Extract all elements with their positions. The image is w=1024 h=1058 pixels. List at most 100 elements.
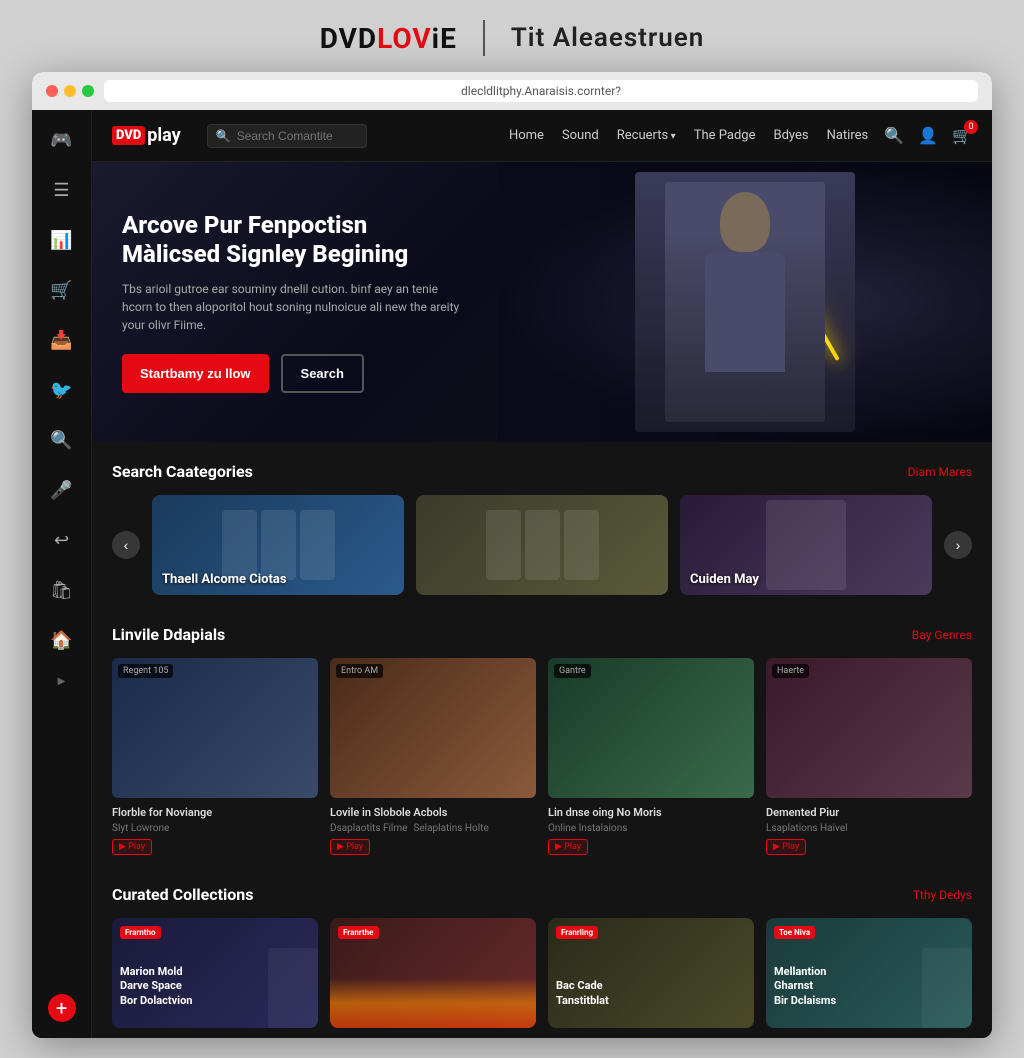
sidebar-item-house[interactable]: 🏠 xyxy=(48,626,76,654)
sidebar-item-cart[interactable]: 🛒 xyxy=(48,276,76,304)
collection-card-2[interactable]: Franrthe xyxy=(330,918,536,1028)
category-persons-2 xyxy=(484,510,601,580)
person-6 xyxy=(564,510,599,580)
window-controls xyxy=(46,85,94,97)
nav-sound[interactable]: Sound xyxy=(562,128,599,143)
collection-person-4 xyxy=(922,948,972,1028)
nav-natires[interactable]: Natires xyxy=(827,128,869,143)
sidebar: 🎮 ☰ 📊 🛒 📥 🐦 🔍 🎤 ↩ 🛍 🏠 ▶ + xyxy=(32,110,92,1038)
category-card-inner-3: Cuiden May xyxy=(680,495,932,595)
person-1 xyxy=(222,510,257,580)
movie-poster-2: Entro AM xyxy=(330,658,536,798)
collection-card-4[interactable]: Toe Niva MellantionGharnstBir Dclaisms xyxy=(766,918,972,1028)
movies-row: Regent 105 Florble for Noviange Slyt Low… xyxy=(112,658,972,855)
watermark-subtitle: Tit Aleaestruen xyxy=(511,23,704,53)
categories-header: Search Caategories Diam Mares xyxy=(112,462,972,481)
collection-badge-1: Frarntho xyxy=(120,926,161,939)
collections-link[interactable]: Tthy Dedys xyxy=(913,888,972,902)
sidebar-chevron: ▶ xyxy=(58,676,66,687)
fire-effect xyxy=(330,978,536,1028)
nav-search-box[interactable]: 🔍 xyxy=(207,124,367,148)
nav-bdyes[interactable]: Bdyes xyxy=(773,128,808,143)
movie-poster-1: Regent 105 xyxy=(112,658,318,798)
collection-card-3[interactable]: Franrling Bac CadeTanstitblat xyxy=(548,918,754,1028)
collection-title-4: MellantionGharnstBir Dclaisms xyxy=(774,965,836,1008)
movie-genre-1: Regent 105 xyxy=(118,664,173,678)
person-4 xyxy=(486,510,521,580)
sidebar-item-home[interactable]: 🎮 xyxy=(48,126,76,154)
watermark: DVDLOViE Tit Aleaestruen xyxy=(320,20,705,56)
categories-link[interactable]: Diam Mares xyxy=(908,465,972,479)
nav-cart-icon[interactable]: 🛒 0 xyxy=(952,126,972,145)
hero-buttons: Startbamy zu llow Search xyxy=(122,354,462,393)
sidebar-item-shop[interactable]: 🛍 xyxy=(48,576,76,604)
hero-section: Arcove Pur FenpoctisnMàlicsed Signley Be… xyxy=(92,162,992,442)
category-card-inner-1: Thaell Alcome Ciotas xyxy=(152,495,404,595)
minimize-button[interactable] xyxy=(64,85,76,97)
carousel-next-button[interactable]: › xyxy=(944,531,972,559)
top-navigation: DVD play 🔍 Home Sound Recuerts The Padge… xyxy=(92,110,992,162)
movie-card-2: Entro AM Lovile in Slobole Acbols Dsapla… xyxy=(330,658,536,855)
movie-card-3: Gantre Lin dnse oing No Moris Online Ins… xyxy=(548,658,754,855)
carousel-prev-button[interactable]: ‹ xyxy=(112,531,140,559)
logo: DVD play xyxy=(112,125,181,146)
hero-primary-button[interactable]: Startbamy zu llow xyxy=(122,354,269,393)
sidebar-item-back[interactable]: ↩ xyxy=(48,526,76,554)
movie-poster-3: Gantre xyxy=(548,658,754,798)
movie-play-1[interactable]: ▶ Play xyxy=(112,839,152,855)
collection-badge-2: Franrthe xyxy=(338,926,379,939)
nav-home[interactable]: Home xyxy=(509,128,544,143)
category-persons-1 xyxy=(220,510,337,580)
browser-window: dlecldlitphy.Anaraisis.cornter? 🎮 ☰ 📊 🛒 … xyxy=(32,72,992,1038)
collection-title-3: Bac CadeTanstitblat xyxy=(556,979,609,1008)
hero-person xyxy=(665,182,825,422)
hero-search-button[interactable]: Search xyxy=(281,354,364,393)
sidebar-item-stats[interactable]: 📊 xyxy=(48,226,76,254)
collections-header: Curated Collections Tthy Dedys xyxy=(112,885,972,904)
sidebar-item-mic[interactable]: 🎤 xyxy=(48,476,76,504)
collection-badge-4: Toe Niva xyxy=(774,926,815,939)
movie-title-1: Florble for Noviange xyxy=(112,806,318,819)
logo-play: play xyxy=(147,125,180,146)
sidebar-item-menu[interactable]: ☰ xyxy=(48,176,76,204)
hero-figure xyxy=(635,172,855,432)
category-card-1[interactable]: Thaell Alcome Ciotas xyxy=(152,495,404,595)
hero-description: Tbs arioil gutroe ear souminy dnelil cut… xyxy=(122,280,462,334)
nav-the-padge[interactable]: The Padge xyxy=(694,128,756,143)
nav-user-icon[interactable]: 👤 xyxy=(918,126,938,145)
sidebar-item-search[interactable]: 🔍 xyxy=(48,426,76,454)
main-content: DVD play 🔍 Home Sound Recuerts The Padge… xyxy=(92,110,992,1038)
sidebar-item-twitter[interactable]: 🐦 xyxy=(48,376,76,404)
close-button[interactable] xyxy=(46,85,58,97)
movie-meta-2: Dsaplaotits Filme Selaplatins Holte xyxy=(330,823,536,834)
hero-content: Arcove Pur FenpoctisnMàlicsed Signley Be… xyxy=(122,211,462,394)
hero-title: Arcove Pur FenpoctisnMàlicsed Signley Be… xyxy=(122,211,462,269)
movie-play-4[interactable]: ▶ Play xyxy=(766,839,806,855)
categories-row: ‹ Thaell Alcome Ciotas xyxy=(112,495,972,595)
collection-badge-3: Franrling xyxy=(556,926,598,939)
category-card-inner-2 xyxy=(416,495,668,595)
search-input[interactable] xyxy=(237,129,358,143)
movie-play-3[interactable]: ▶ Play xyxy=(548,839,588,855)
nav-recuerts[interactable]: Recuerts xyxy=(617,128,676,143)
watermark-divider xyxy=(483,20,485,56)
movie-card-1: Regent 105 Florble for Noviange Slyt Low… xyxy=(112,658,318,855)
collections-section: Curated Collections Tthy Dedys Frarntho … xyxy=(92,865,992,1038)
sidebar-add-button[interactable]: + xyxy=(48,994,76,1022)
address-bar[interactable]: dlecldlitphy.Anaraisis.cornter? xyxy=(104,80,978,102)
categories-title: Search Caategories xyxy=(112,462,253,481)
maximize-button[interactable] xyxy=(82,85,94,97)
new-releases-link[interactable]: Bay Genres xyxy=(912,628,972,642)
app-container: 🎮 ☰ 📊 🛒 📥 🐦 🔍 🎤 ↩ 🛍 🏠 ▶ + DVD play xyxy=(32,110,992,1038)
new-releases-section: Linvile Ddapials Bay Genres Regent 105 F… xyxy=(92,605,992,865)
movie-play-2[interactable]: ▶ Play xyxy=(330,839,370,855)
category-card-2[interactable] xyxy=(416,495,668,595)
movie-genre-4: Haerte xyxy=(772,664,809,678)
collection-person-1 xyxy=(268,948,318,1028)
sidebar-item-download[interactable]: 📥 xyxy=(48,326,76,354)
movie-title-2: Lovile in Slobole Acbols xyxy=(330,806,536,819)
collection-card-1[interactable]: Frarntho Marion MoldDarve SpaceBor Dolac… xyxy=(112,918,318,1028)
new-releases-header: Linvile Ddapials Bay Genres xyxy=(112,625,972,644)
category-card-3[interactable]: Cuiden May xyxy=(680,495,932,595)
nav-search-icon[interactable]: 🔍 xyxy=(884,126,904,145)
